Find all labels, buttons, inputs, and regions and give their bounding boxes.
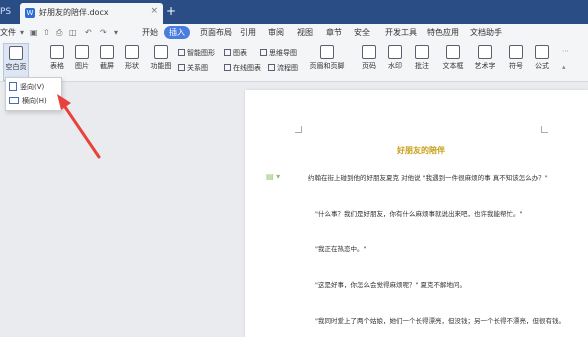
document-page[interactable]: 好朋友的陪伴 约翰在街上碰到他的好朋友夏克 对他说 "我遇到一件很麻烦的事 真不…: [245, 90, 588, 337]
paragraph-3: "我正在热恋中。": [315, 245, 367, 253]
margin-corner-top-left: [295, 126, 302, 133]
document-title: 好朋友的陪伴: [397, 146, 445, 155]
paragraph-tools-icon[interactable]: ▤ ▾: [266, 172, 280, 181]
paragraph-4: "这是好事，你怎么会觉得麻烦呢？" 夏克不解地问。: [315, 281, 467, 289]
paragraph-1: 约翰在街上碰到他的好朋友夏克 对他说 "我遇到一件很麻烦的事 真不知该怎么办？": [308, 174, 548, 182]
paragraph-2: "什么事？我们是好朋友，你有什么麻烦事就说出来吧，也许我能帮忙。": [315, 210, 523, 218]
arrow-head: [57, 94, 71, 110]
arrow-shaft: [61, 102, 101, 159]
paragraph-5: "我同时爱上了两个姑娘，她们一个长得漂亮，但没钱；另一个长得不漂亮，但很有钱。: [315, 317, 565, 325]
margin-corner-top-right: [541, 126, 548, 133]
